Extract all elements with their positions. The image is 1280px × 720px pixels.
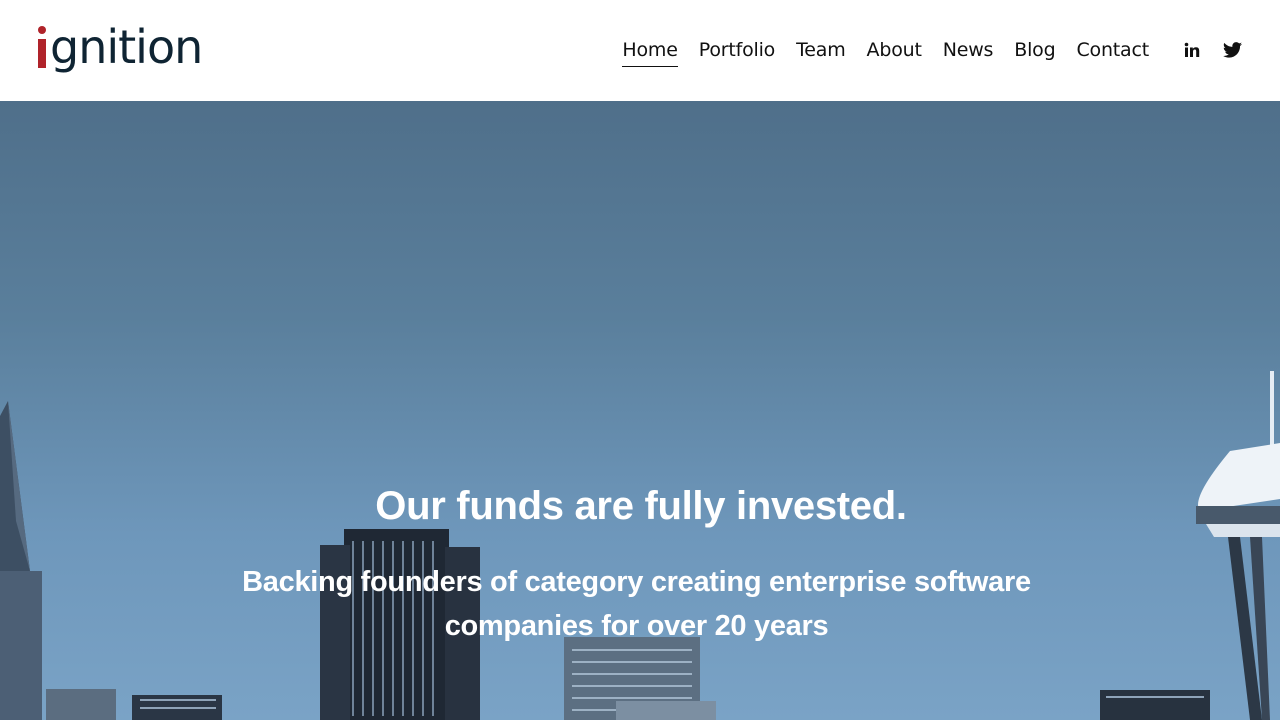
nav-news[interactable]: News bbox=[943, 36, 994, 67]
linkedin-icon[interactable] bbox=[1182, 40, 1201, 59]
main-navigation: Home Portfolio Team About News Blog Cont… bbox=[622, 36, 1149, 67]
social-links bbox=[1182, 40, 1242, 59]
nav-contact[interactable]: Contact bbox=[1076, 36, 1149, 67]
twitter-icon[interactable] bbox=[1223, 40, 1242, 59]
nav-blog[interactable]: Blog bbox=[1014, 36, 1055, 67]
hero-headline: Our funds are fully invested. bbox=[375, 484, 907, 528]
logo-accent-dot bbox=[38, 26, 46, 34]
logo-accent-stem bbox=[38, 39, 46, 68]
nav-team[interactable]: Team bbox=[796, 36, 846, 67]
hero-section: Our funds are fully invested. Backing fo… bbox=[0, 101, 1280, 720]
hero-subheadline: Backing founders of category creating en… bbox=[242, 566, 1031, 642]
nav-about[interactable]: About bbox=[867, 36, 922, 67]
site-header: gnition Home Portfolio Team About News B… bbox=[0, 0, 1280, 101]
logo-wordmark: gnition bbox=[50, 20, 203, 74]
nav-portfolio[interactable]: Portfolio bbox=[699, 36, 776, 67]
nav-home[interactable]: Home bbox=[622, 36, 678, 67]
